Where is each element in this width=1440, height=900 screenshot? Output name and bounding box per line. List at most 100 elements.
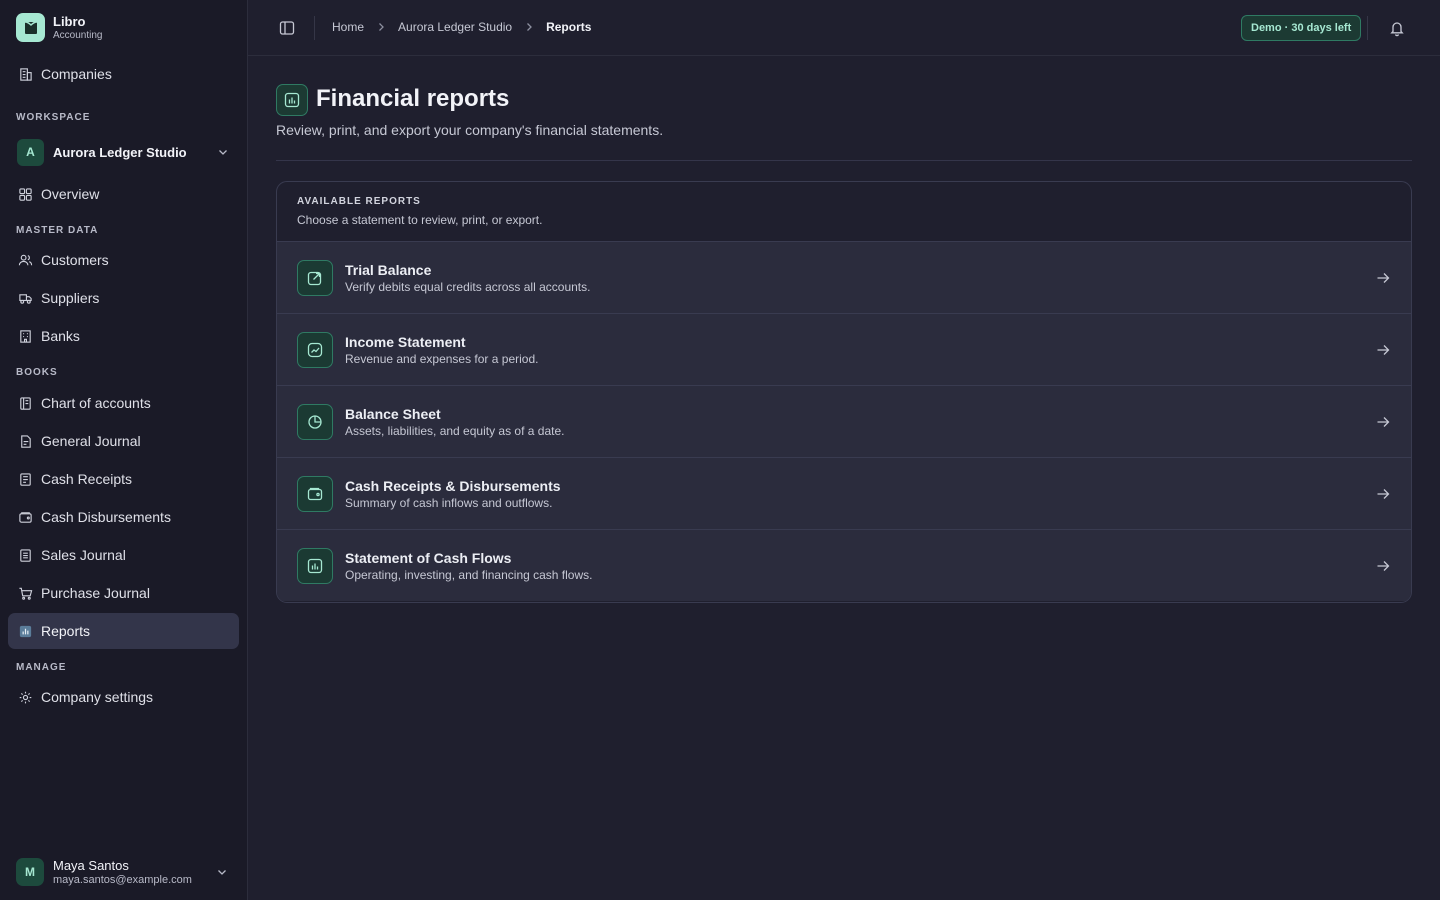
list-icon bbox=[17, 547, 33, 563]
journal-icon bbox=[17, 433, 33, 449]
sidebar-item-purchase-journal[interactable]: Purchase Journal bbox=[8, 575, 239, 611]
report-item-statement-of-cash-flows[interactable]: Statement of Cash Flows Operating, inves… bbox=[277, 530, 1411, 601]
sidebar-item-label: Purchase Journal bbox=[41, 585, 150, 601]
building-icon bbox=[17, 66, 33, 82]
grid-icon bbox=[17, 186, 33, 202]
cart-icon bbox=[17, 585, 33, 601]
bank-icon bbox=[17, 328, 33, 344]
report-item-balance-sheet[interactable]: Balance Sheet Assets, liabilities, and e… bbox=[277, 386, 1411, 458]
section-label-books: BOOKS bbox=[16, 367, 58, 378]
report-title: Cash Receipts & Disbursements bbox=[345, 477, 561, 494]
bar-chart-icon bbox=[297, 547, 333, 584]
bar-chart-icon bbox=[276, 84, 308, 116]
users-icon bbox=[17, 252, 33, 268]
sidebar-item-label: Cash Disbursements bbox=[41, 509, 171, 525]
pie-chart-icon bbox=[297, 403, 333, 440]
card-kicker: AVAILABLE REPORTS bbox=[297, 196, 421, 207]
breadcrumb-home[interactable]: Home bbox=[332, 20, 364, 34]
brand[interactable]: Libro Accounting bbox=[16, 13, 102, 42]
workspace-switcher[interactable]: A Aurora Ledger Studio bbox=[8, 135, 239, 169]
avatar: M bbox=[16, 858, 44, 886]
user-name: Maya Santos bbox=[53, 857, 129, 873]
sidebar-item-label: Suppliers bbox=[41, 290, 100, 306]
chevron-down-icon bbox=[213, 146, 233, 158]
sidebar-item-label: Banks bbox=[41, 328, 80, 344]
bar-chart-icon bbox=[17, 623, 33, 639]
trend-up-icon bbox=[297, 331, 333, 368]
section-label-workspace: WORKSPACE bbox=[16, 112, 91, 123]
app-name: Libro bbox=[53, 13, 86, 29]
reports-card: AVAILABLE REPORTS Choose a statement to … bbox=[276, 181, 1412, 603]
sidebar-item-label: Customers bbox=[41, 252, 109, 268]
wallet-icon bbox=[297, 475, 333, 512]
report-item-income-statement[interactable]: Income Statement Revenue and expenses fo… bbox=[277, 314, 1411, 386]
report-item-trial-balance[interactable]: Trial Balance Verify debits equal credit… bbox=[277, 242, 1411, 314]
page-title: Financial reports bbox=[316, 85, 510, 112]
sidebar-item-general-journal[interactable]: General Journal bbox=[8, 423, 239, 459]
app-subtitle: Accounting bbox=[53, 29, 103, 41]
divider bbox=[1367, 16, 1368, 40]
gear-icon bbox=[17, 689, 33, 705]
truck-icon bbox=[17, 290, 33, 306]
sidebar-item-label: Overview bbox=[41, 186, 100, 202]
sidebar-item-label: Cash Receipts bbox=[41, 471, 133, 487]
card-header: AVAILABLE REPORTS Choose a statement to … bbox=[277, 182, 1411, 242]
sidebar-item-label: Sales Journal bbox=[41, 547, 126, 563]
sidebar-item-chart-of-accounts[interactable]: Chart of accounts bbox=[8, 385, 239, 421]
report-description: Summary of cash inflows and outflows. bbox=[345, 495, 553, 510]
sidebar-item-label: Company settings bbox=[41, 689, 154, 705]
sidebar-item-cash-receipts[interactable]: Cash Receipts bbox=[8, 461, 239, 497]
workspace-name: Aurora Ledger Studio bbox=[53, 144, 187, 160]
report-description: Verify debits equal credits across all a… bbox=[345, 279, 591, 294]
breadcrumb-current: Reports bbox=[546, 20, 592, 34]
section-label-manage: MANAGE bbox=[16, 662, 67, 673]
report-title: Trial Balance bbox=[345, 261, 432, 278]
sidebar-item-sales-journal[interactable]: Sales Journal bbox=[8, 537, 239, 573]
report-item-cash-receipts-disbursements[interactable]: Cash Receipts & Disbursements Summary of… bbox=[277, 458, 1411, 530]
divider bbox=[276, 160, 1412, 161]
report-title: Statement of Cash Flows bbox=[345, 549, 512, 566]
arrow-right-icon bbox=[1375, 486, 1391, 502]
user-menu[interactable]: M Maya Santos maya.santos@example.com bbox=[16, 856, 238, 888]
external-link-icon bbox=[297, 259, 333, 296]
report-title: Balance Sheet bbox=[345, 405, 441, 422]
divider bbox=[314, 16, 315, 40]
breadcrumb: Home Aurora Ledger Studio Reports bbox=[332, 20, 591, 34]
arrow-right-icon bbox=[1375, 342, 1391, 358]
report-description: Assets, liabilities, and equity as of a … bbox=[345, 423, 565, 438]
sidebar-item-label: Reports bbox=[41, 623, 91, 639]
wallet-icon bbox=[17, 509, 33, 525]
arrow-right-icon bbox=[1375, 270, 1391, 286]
bell-icon[interactable] bbox=[1388, 19, 1406, 37]
sidebar-item-companies[interactable]: Companies bbox=[8, 56, 239, 92]
sidebar-item-company-settings[interactable]: Company settings bbox=[8, 679, 239, 715]
book-icon bbox=[17, 395, 33, 411]
sidebar: Libro Accounting Companies WORKSPACE A A… bbox=[0, 0, 248, 900]
arrow-right-icon bbox=[1375, 558, 1391, 574]
sidebar-item-suppliers[interactable]: Suppliers bbox=[8, 280, 239, 316]
chevron-right-icon bbox=[524, 22, 534, 32]
sidebar-item-reports[interactable]: Reports bbox=[8, 613, 239, 649]
user-email: maya.santos@example.com bbox=[53, 873, 192, 886]
demo-badge[interactable]: Demo · 30 days left bbox=[1241, 15, 1362, 41]
workspace-avatar: A bbox=[17, 138, 44, 166]
sidebar-item-customers[interactable]: Customers bbox=[8, 242, 239, 278]
report-title: Income Statement bbox=[345, 333, 466, 350]
chevron-down-icon bbox=[212, 866, 232, 878]
chevron-right-icon bbox=[376, 22, 386, 32]
report-description: Operating, investing, and financing cash… bbox=[345, 567, 593, 582]
page-description: Review, print, and export your company's… bbox=[276, 122, 664, 138]
sidebar-item-cash-disbursements[interactable]: Cash Disbursements bbox=[8, 499, 239, 535]
sidebar-item-label: Chart of accounts bbox=[41, 395, 151, 411]
arrow-right-icon bbox=[1375, 414, 1391, 430]
sidebar-toggle-icon[interactable] bbox=[278, 19, 296, 37]
sidebar-item-banks[interactable]: Banks bbox=[8, 318, 239, 354]
sidebar-item-overview[interactable]: Overview bbox=[8, 176, 239, 212]
breadcrumb-company[interactable]: Aurora Ledger Studio bbox=[398, 20, 512, 34]
section-label-master-data: MASTER DATA bbox=[16, 225, 99, 236]
sidebar-item-label: General Journal bbox=[41, 433, 141, 449]
topbar: Home Aurora Ledger Studio Reports Demo ·… bbox=[248, 0, 1440, 56]
report-description: Revenue and expenses for a period. bbox=[345, 351, 539, 366]
sidebar-item-label: Companies bbox=[41, 66, 112, 82]
receipt-icon bbox=[17, 471, 33, 487]
